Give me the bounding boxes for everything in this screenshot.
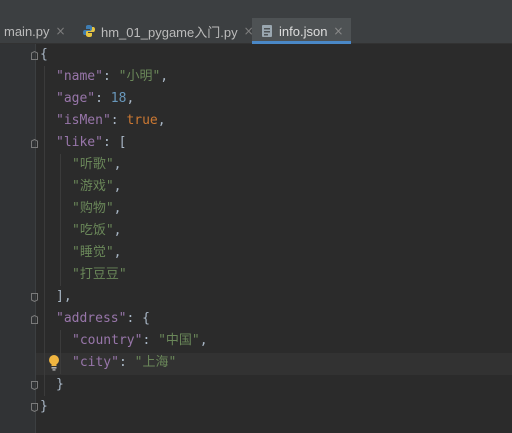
fold-marker-icon[interactable] [31,139,38,148]
code-line: "country": "中国", [72,330,208,352]
close-icon[interactable]: × [56,24,66,38]
fold-marker-icon[interactable] [31,315,38,324]
json-punctuation: , [113,201,122,216]
fold-marker-icon[interactable] [31,51,38,60]
json-punctuation: : [118,355,135,370]
code-line: { [40,44,48,66]
tab-hm-01-pygame[interactable]: hm_01_pygame入门.py × [82,18,254,44]
json-key: "address" [56,311,127,326]
close-icon[interactable]: × [333,24,343,38]
json-punctuation: , [157,113,166,128]
json-string: "吃饭" [72,223,114,238]
code-line: "吃饭", [72,220,121,242]
json-string: "中国" [158,333,200,348]
json-string: "上海" [134,355,177,370]
json-punctuation: , [199,333,208,348]
code-line: "打豆豆" [72,264,127,286]
code-line: "like": [ [56,132,126,154]
code-line: } [56,374,64,396]
json-number: 18 [110,91,127,106]
code-line: "age": 18, [56,88,134,110]
json-punctuation: : [95,91,111,106]
json-punctuation: , [113,223,122,238]
json-string: "打豆豆" [72,267,127,282]
json-string: "购物" [72,201,114,216]
json-punctuation: , [126,91,135,106]
code-line: "购物", [72,198,121,220]
code-line: "游戏", [72,176,121,198]
indent-guide [44,66,45,396]
json-key: "like" [56,135,103,150]
json-key: "isMen" [56,113,111,128]
json-key: "age" [56,91,96,106]
json-string: "游戏" [72,179,114,194]
json-punctuation: , [113,245,122,260]
json-punctuation: , [113,179,122,194]
json-brace: } [40,399,48,414]
json-brace: } [56,377,64,392]
json-key: "country" [72,333,143,348]
fold-marker-icon[interactable] [31,381,38,390]
code-line: } [40,396,48,418]
line-gutter[interactable] [0,44,36,433]
json-punctuation: : { [126,311,150,326]
code-line-current: "city": "上海" [72,352,176,374]
tab-label: hm_01_pygame入门.py [101,24,238,40]
editor-tab-bar: main.py × hm_01_pygame入门.py × info.json … [0,18,512,44]
code-line: "address": { [56,308,150,330]
indent-guide [60,330,61,374]
json-file-icon [260,24,274,38]
tab-label: main.py [4,23,50,39]
json-punctuation: , [160,69,169,84]
window-top-strip [0,0,512,18]
code-line: "name": "小明", [56,66,168,88]
json-punctuation: : [110,113,127,128]
json-punctuation: : [142,333,159,348]
python-file-icon [82,24,96,38]
tab-label: info.json [279,23,328,39]
json-boolean: true [126,113,158,128]
tab-info-json[interactable]: info.json × [252,18,351,44]
code-line: "isMen": true, [56,110,166,132]
json-key: "city" [72,355,119,370]
json-punctuation: : [102,69,119,84]
lightbulb-icon[interactable] [48,354,60,372]
json-key: "name" [56,69,103,84]
fold-marker-icon[interactable] [31,403,38,412]
json-string: "听歌" [72,157,114,172]
fold-marker-icon[interactable] [31,293,38,302]
json-bracket: ], [56,289,72,304]
tab-main-py[interactable]: main.py × [4,18,66,44]
json-punctuation: : [ [102,135,127,150]
code-line: "听歌", [72,154,121,176]
code-line: ], [56,286,72,308]
json-string: "睡觉" [72,245,114,260]
code-line: "睡觉", [72,242,121,264]
json-brace: { [40,47,48,62]
json-punctuation: , [113,157,122,172]
json-string: "小明" [118,69,161,84]
indent-guide [60,154,61,286]
